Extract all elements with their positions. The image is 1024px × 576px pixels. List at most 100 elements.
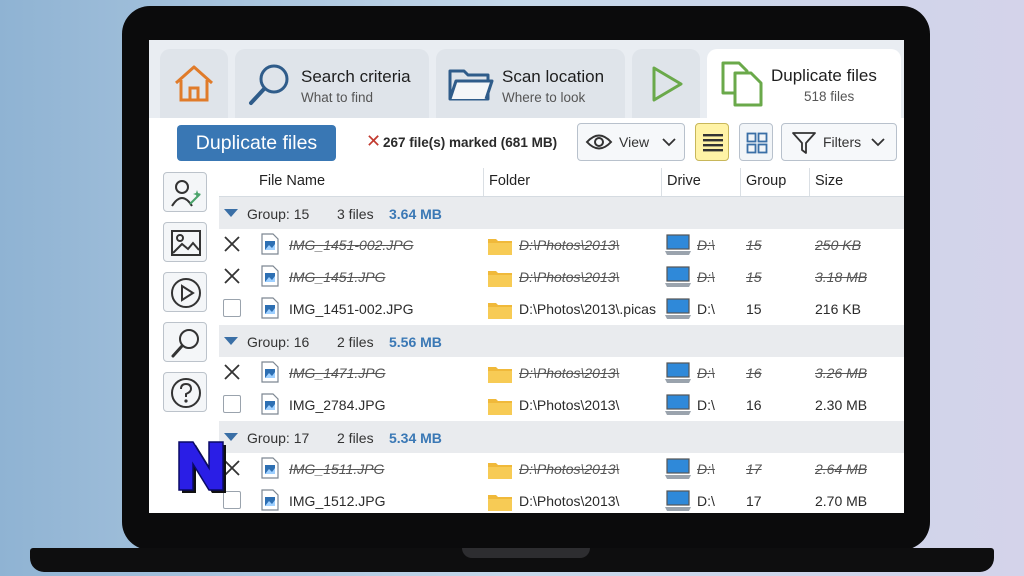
image-file-icon [261,265,279,287]
duplicate-files-icon [721,61,763,107]
computer-icon [665,362,691,383]
image-file-icon [261,233,279,255]
search-icon [249,64,289,105]
collapse-triangle-icon[interactable] [224,209,238,217]
file-name: IMG_1451.JPG [289,269,386,285]
collapse-triangle-icon[interactable] [224,337,238,345]
tab-run-scan[interactable] [632,49,700,118]
table-row[interactable]: IMG_2784.JPG D:\Photos\2013\ D:\ 16 2.30 MB [219,389,904,422]
tab-duplicate-files[interactable]: Duplicate files 518 files [707,49,901,118]
checkbox-marked[interactable] [223,235,241,253]
app-window: Search criteria What to find Scan locati… [149,40,904,513]
file-name: IMG_1512.JPG [289,493,386,509]
table-row[interactable]: IMG_1511.JPG D:\Photos\2013\ D:\ 17 2.64 MB [219,453,904,486]
folder-path: D:\Photos\2013\ [519,493,620,509]
table-row[interactable]: IMG_1451-002.JPG D:\Photos\2013\.picas D:\… [219,293,904,326]
table-row[interactable]: IMG_1451-002.JPG D:\Photos\2013\ D:\ 15 250 … [219,229,904,262]
folder-icon [488,271,512,287]
laptop-notch [462,548,590,558]
image-file-icon [261,457,279,479]
folder-path: D:\Photos\2013\ [519,269,620,285]
view-dropdown[interactable]: View [577,123,685,161]
group-header-row[interactable]: Group: 17 2 files 5.34 MB [219,421,904,453]
tab-home[interactable] [160,49,228,118]
computer-icon [665,458,691,479]
tab-subtitle: Where to look [502,90,586,105]
tab-title: Scan location [502,67,605,86]
toolbar: Duplicate files ✕ 267 file(s) marked (68… [149,118,904,168]
folder-path: D:\Photos\2013\ [519,365,620,381]
search-button[interactable] [163,322,207,362]
computer-icon [665,298,691,319]
checkbox[interactable] [223,395,241,413]
drive: D:\ [697,269,715,285]
file-size: 3.26 MB [815,365,868,381]
tab-scan-location[interactable]: Scan location Where to look [436,49,625,118]
play-circle-icon [171,278,201,308]
image-button[interactable] [163,222,207,262]
group-header-row[interactable]: Group: 15 3 files 3.64 MB [219,197,904,229]
table-row[interactable]: IMG_1512.JPG D:\Photos\2013\ D:\ 17 2.70 MB [219,485,904,513]
group-header-row[interactable]: Group: 16 2 files 5.56 MB [219,325,904,357]
help-icon [171,378,201,408]
results-grid: File Name Folder Drive Group Size Group:… [219,168,904,513]
column-divider[interactable] [661,168,662,196]
column-file-name[interactable]: File Name [259,173,325,189]
table-row[interactable]: IMG_1471.JPG D:\Photos\2013\ D:\ 16 3.26 MB [219,357,904,390]
group-number: 15 [746,237,762,253]
play-icon [652,66,683,102]
column-divider[interactable] [483,168,484,196]
column-group[interactable]: Group [746,173,786,189]
file-size: 250 KB [815,237,861,253]
checkbox-marked[interactable] [223,267,241,285]
folder-path: D:\Photos\2013\.picas [519,301,656,317]
list-icon [703,134,723,152]
grid-view-button[interactable] [739,123,773,161]
tab-search-criteria[interactable]: Search criteria What to find [235,49,429,118]
user-magic-icon [171,180,201,207]
group-file-count: 2 files [337,430,374,446]
file-size: 2.64 MB [815,461,868,477]
table-row[interactable]: IMG_1451.JPG D:\Photos\2013\ D:\ 15 3.18 MB [219,261,904,294]
group-size: 5.56 MB [389,334,442,350]
file-size: 3.18 MB [815,269,868,285]
tab-subtitle: What to find [301,90,374,105]
list-view-button[interactable] [695,123,729,161]
marked-x-icon: ✕ [366,131,382,151]
home-icon [175,65,213,102]
duplicate-files-button[interactable]: Duplicate files [177,125,336,161]
column-folder[interactable]: Folder [489,173,530,189]
group-number: 15 [746,301,762,317]
folder-icon [488,303,512,319]
checkbox-marked[interactable] [223,363,241,381]
drive: D:\ [697,493,715,509]
computer-icon [665,266,691,287]
file-size: 2.30 MB [815,397,868,413]
play-button[interactable] [163,272,207,312]
image-icon [171,230,201,256]
grid-icon [746,132,768,154]
filter-icon [792,132,816,154]
image-file-icon [261,489,279,511]
column-divider[interactable] [809,168,810,196]
tab-title: Search criteria [301,67,411,86]
drive: D:\ [697,237,715,253]
file-size: 216 KB [815,301,861,317]
filters-dropdown[interactable]: Filters [781,123,897,161]
group-size: 3.64 MB [389,206,442,222]
user-magic-button[interactable] [163,172,207,212]
folder-icon [488,399,512,415]
folder-path: D:\Photos\2013\ [519,237,620,253]
column-size[interactable]: Size [815,173,843,189]
help-button[interactable] [163,372,207,412]
n-logo [178,441,226,493]
column-divider[interactable] [740,168,741,196]
tab-bar: Search criteria What to find Scan locati… [149,40,904,118]
checkbox[interactable] [223,299,241,317]
folder-icon [488,367,512,383]
group-number: 15 [746,269,762,285]
column-drive[interactable]: Drive [667,173,701,189]
eye-icon [585,134,613,150]
tab-subtitle: 518 files [804,89,855,104]
drive: D:\ [697,461,715,477]
